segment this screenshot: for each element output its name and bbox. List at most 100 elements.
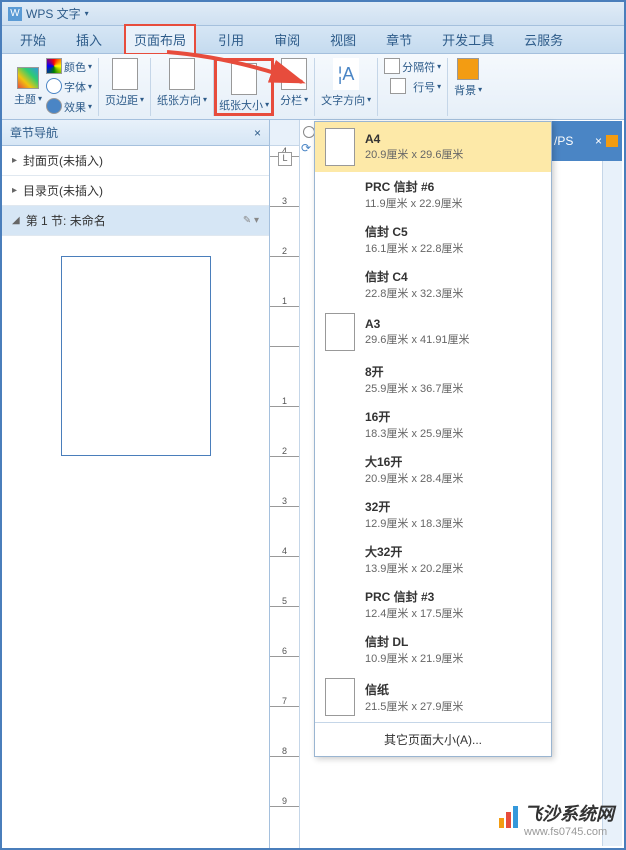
- paper-size-option[interactable]: A420.9厘米 x 29.6厘米: [315, 122, 551, 172]
- size-name: 信封 DL: [365, 633, 463, 650]
- right-tab-panel-icon[interactable]: [606, 135, 618, 147]
- size-name: A3: [365, 317, 470, 331]
- sidebar-item[interactable]: ▸封面页(未插入): [2, 146, 269, 176]
- effect-button[interactable]: 效果▾: [46, 98, 92, 116]
- text-direction-button[interactable]: ¦A 文字方向▾: [321, 58, 371, 108]
- margin-button[interactable]: 页边距▾: [105, 58, 144, 108]
- orientation-button[interactable]: 纸张方向▾: [157, 58, 207, 108]
- ruler-tick: 4: [270, 546, 299, 557]
- paper-size-option[interactable]: PRC 信封 #611.9厘米 x 22.9厘米: [315, 172, 551, 217]
- line-number-button[interactable]: 行号▾: [384, 78, 441, 96]
- sidebar-header: 章节导航 ×: [2, 120, 269, 146]
- watermark-logo-icon: [499, 806, 520, 833]
- right-tab-close-icon[interactable]: ×: [595, 134, 602, 148]
- menu-item[interactable]: 视图: [322, 26, 364, 53]
- paper-size-option[interactable]: PRC 信封 #312.4厘米 x 17.5厘米: [315, 582, 551, 627]
- right-tab-label: /PS: [554, 134, 573, 148]
- size-dimensions: 22.8厘米 x 32.3厘米: [365, 285, 463, 301]
- menu-item[interactable]: 云服务: [516, 26, 571, 53]
- size-name: 大16开: [365, 453, 463, 470]
- size-dimensions: 20.9厘米 x 28.4厘米: [365, 470, 463, 486]
- paper-size-option[interactable]: 信封 C516.1厘米 x 22.8厘米: [315, 217, 551, 262]
- ribbon-group-theme: 主题▾ 颜色▾ 字体▾ 效果▾: [8, 58, 99, 116]
- paper-size-option[interactable]: 大32开13.9厘米 x 20.2厘米: [315, 537, 551, 582]
- size-dimensions: 16.1厘米 x 22.8厘米: [365, 240, 463, 256]
- columns-icon: [281, 58, 307, 90]
- background-icon: [457, 58, 479, 80]
- paper-size-option[interactable]: 32开12.9厘米 x 18.3厘米: [315, 492, 551, 537]
- menu-item[interactable]: 开发工具: [434, 26, 502, 53]
- paper-size-option[interactable]: 大16开20.9厘米 x 28.4厘米: [315, 447, 551, 492]
- ribbon-group-orientation: 纸张方向▾: [151, 58, 214, 116]
- paper-size-option[interactable]: 信封 DL10.9厘米 x 21.9厘米: [315, 627, 551, 672]
- app-logo-icon: W: [8, 7, 22, 21]
- paper-size-option[interactable]: 信纸21.5厘米 x 27.9厘米: [315, 672, 551, 722]
- size-dimensions: 20.9厘米 x 29.6厘米: [365, 146, 463, 162]
- paper-icon: [325, 128, 355, 166]
- menu-item[interactable]: 审阅: [266, 26, 308, 53]
- size-name: 信纸: [365, 681, 463, 698]
- ruler-tick: 1: [270, 296, 299, 307]
- size-dimensions: 25.9厘米 x 36.7厘米: [365, 380, 463, 396]
- size-name: 信封 C5: [365, 223, 463, 240]
- color-icon: [46, 58, 62, 74]
- sidebar-item-label: 封面页(未插入): [23, 152, 103, 169]
- size-dimensions: 12.9厘米 x 18.3厘米: [365, 515, 463, 531]
- paper-size-option[interactable]: 16开18.3厘米 x 25.9厘米: [315, 402, 551, 447]
- right-tab-strip[interactable]: /PS ×: [550, 121, 622, 161]
- ruler-tick: 5: [270, 596, 299, 607]
- refresh-icon[interactable]: ⟳: [301, 141, 311, 155]
- sidebar-close-icon[interactable]: ×: [254, 126, 261, 140]
- ruler-tick: 8: [270, 746, 299, 757]
- page-thumbnail-area: [2, 236, 269, 848]
- theme-button[interactable]: 主题▾: [14, 67, 42, 107]
- size-dimensions: 10.9厘米 x 21.9厘米: [365, 650, 463, 666]
- menu-item[interactable]: 插入: [68, 26, 110, 53]
- size-dimensions: 21.5厘米 x 27.9厘米: [365, 698, 463, 714]
- menu-item[interactable]: 页面布局: [124, 24, 196, 55]
- size-name: 信封 C4: [365, 268, 463, 285]
- ruler-tick: 6: [270, 646, 299, 657]
- ruler-tick: 3: [270, 196, 299, 207]
- paper-size-button[interactable]: 纸张大小▾: [219, 63, 269, 113]
- paper-size-option[interactable]: 8开25.9厘米 x 36.7厘米: [315, 357, 551, 402]
- paper-size-option[interactable]: 信封 C422.8厘米 x 32.3厘米: [315, 262, 551, 307]
- ruler-tab-marker[interactable]: L: [278, 152, 292, 166]
- more-sizes-button[interactable]: 其它页面大小(A)...: [315, 722, 551, 756]
- ruler-tick: 3: [270, 496, 299, 507]
- size-name: A4: [365, 132, 463, 146]
- title-dropdown-icon[interactable]: ▾: [85, 9, 89, 18]
- margin-icon: [112, 58, 138, 90]
- ruler-tick: [270, 346, 299, 347]
- page-thumbnail[interactable]: [61, 256, 211, 456]
- right-panel: [602, 161, 622, 846]
- menu-item[interactable]: 开始: [12, 26, 54, 53]
- edit-icon[interactable]: ✎ ▾: [243, 215, 259, 226]
- paper-icon: [325, 313, 355, 351]
- ruler-tick: 7: [270, 696, 299, 707]
- watermark: 飞沙系统网 www.fs0745.com: [499, 800, 614, 838]
- background-button[interactable]: 背景▾: [454, 58, 482, 98]
- menu-item[interactable]: 引用: [210, 26, 252, 53]
- sidebar-item[interactable]: ◢第 1 节: 未命名✎ ▾: [2, 206, 269, 236]
- paper-size-option[interactable]: A329.6厘米 x 41.91厘米: [315, 307, 551, 357]
- toggle-icon: ▸: [12, 185, 17, 196]
- ruler-tick: 9: [270, 796, 299, 807]
- font-button[interactable]: 字体▾: [46, 78, 92, 96]
- menu-bar: 开始插入页面布局引用审阅视图章节开发工具云服务: [2, 26, 624, 54]
- size-dimensions: 29.6厘米 x 41.91厘米: [365, 331, 470, 347]
- breaks-button[interactable]: 分隔符▾: [384, 58, 441, 76]
- vertical-ruler: 4321123456789: [270, 146, 299, 848]
- size-name: 大32开: [365, 543, 463, 560]
- breaks-icon: [384, 58, 400, 74]
- columns-button[interactable]: 分栏▾: [280, 58, 308, 108]
- size-dimensions: 11.9厘米 x 22.9厘米: [365, 195, 463, 211]
- app-title: WPS 文字: [26, 5, 81, 22]
- sidebar-item[interactable]: ▸目录页(未插入): [2, 176, 269, 206]
- color-button[interactable]: 颜色▾: [46, 58, 92, 76]
- font-icon: [46, 78, 62, 94]
- theme-icon: [17, 67, 39, 89]
- size-name: 8开: [365, 363, 463, 380]
- menu-item[interactable]: 章节: [378, 26, 420, 53]
- text-direction-icon: ¦A: [333, 58, 359, 90]
